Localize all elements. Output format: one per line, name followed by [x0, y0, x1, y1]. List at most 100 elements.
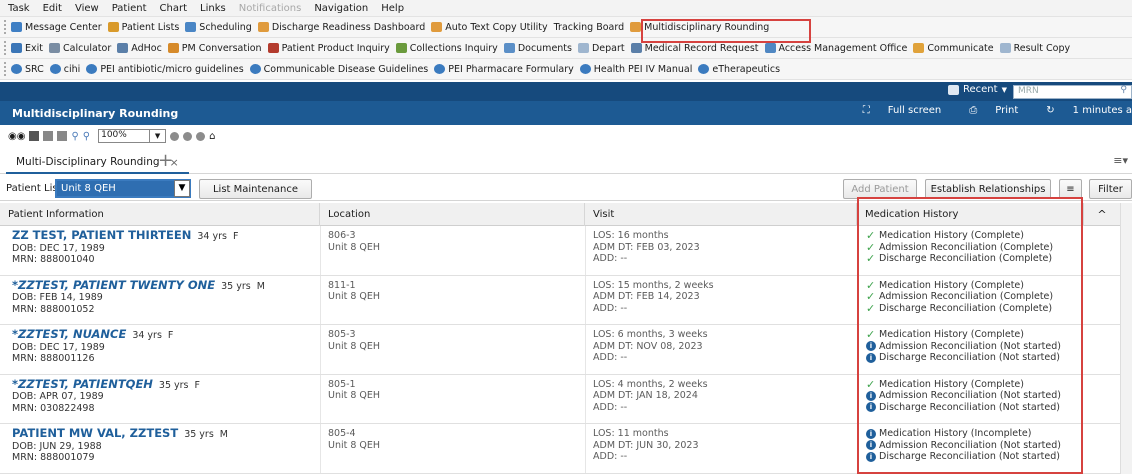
- zoom-in-icon[interactable]: ⚲: [71, 131, 78, 142]
- medication-status-line[interactable]: i Discharge Reconciliation (Not started): [866, 451, 1086, 463]
- menu-item[interactable]: Patient: [112, 3, 147, 14]
- patient-list-select[interactable]: Unit 8 QEH ▼: [55, 179, 191, 198]
- patient-name-link[interactable]: PATIENT MW VAL, ZZTEST: [12, 426, 178, 440]
- toolbar2-item-button[interactable]: Calculator: [49, 43, 111, 54]
- toolbar1-item-button[interactable]: Multidisciplinary Rounding: [630, 22, 769, 33]
- binoculars-icon[interactable]: ◉◉: [8, 131, 25, 142]
- toolbar3-link-button[interactable]: SRC: [11, 64, 44, 75]
- toolbar2-item-button[interactable]: Access Management Office: [764, 43, 907, 54]
- circle-icon[interactable]: [170, 131, 180, 141]
- refresh-button[interactable]: ↻ 1 minutes a: [1032, 105, 1132, 116]
- menu-item[interactable]: Task: [8, 3, 30, 14]
- medication-status-line[interactable]: ✓ Medication History (Complete): [866, 378, 1086, 391]
- filter-button[interactable]: Filter: [1089, 179, 1132, 199]
- toolbar1-item-button[interactable]: Discharge Readiness Dashboard: [257, 22, 425, 33]
- table-row[interactable]: *ZZTEST, PATIENTQEH 35 yrs F DOB: APR 07, 1…: [0, 375, 1120, 424]
- column-options-button[interactable]: ≡: [1059, 179, 1082, 199]
- list-maintenance-button[interactable]: List Maintenance: [199, 179, 312, 199]
- menu-item[interactable]: Chart: [160, 3, 187, 14]
- toolbar2-item-button[interactable]: Patient Product Inquiry: [267, 43, 390, 54]
- toolbar3-link-button[interactable]: PEI Pharmacare Formulary: [434, 64, 574, 75]
- table-row[interactable]: PATIENT MW VAL, ZZTEST 35 yrs M DOB: JUN 29…: [0, 424, 1120, 474]
- column-header-location[interactable]: Location: [320, 203, 585, 226]
- toolbar1-item-button[interactable]: Tracking Board: [554, 22, 625, 33]
- patient-name-link[interactable]: ZZ TEST, PATIENT THIRTEEN: [12, 228, 191, 242]
- medication-status-line[interactable]: i Discharge Reconciliation (Not started): [866, 352, 1086, 364]
- medication-status-line[interactable]: ✓ Admission Reconciliation (Complete): [866, 291, 1086, 303]
- toolbar2-item-button[interactable]: Exit: [11, 43, 43, 54]
- toolbar3-link-button[interactable]: cihi: [49, 64, 80, 75]
- medication-status-line[interactable]: i Admission Reconciliation (Not started): [866, 341, 1086, 353]
- toolbar2-item-button[interactable]: Documents: [503, 43, 572, 54]
- zoom-select[interactable]: 100% ▼: [98, 129, 167, 143]
- add-tab-button[interactable]: +: [158, 150, 173, 171]
- column-header-patient[interactable]: Patient Information: [0, 203, 320, 226]
- toolbar3-link-button[interactable]: PEI antibiotic/micro guidelines: [86, 64, 244, 75]
- globe-link-icon: [86, 64, 98, 74]
- medication-status-line[interactable]: i Medication History (Incomplete): [866, 428, 1086, 440]
- toolbar2-item-button[interactable]: Medical Record Request: [630, 43, 759, 54]
- toolbar1-item-button[interactable]: Message Center: [11, 22, 102, 33]
- table-row[interactable]: ZZ TEST, PATIENT THIRTEEN 34 yrs F DOB: DEC…: [0, 226, 1120, 276]
- page-icon[interactable]: [29, 131, 40, 141]
- toolbar-grip[interactable]: [4, 62, 8, 76]
- menu-item[interactable]: Edit: [43, 3, 62, 14]
- print-button[interactable]: ⎙ Print: [955, 105, 1018, 116]
- column-header-medication-history[interactable]: Medication History: [857, 203, 1084, 226]
- medication-status-line[interactable]: ✓ Discharge Reconciliation (Complete): [866, 253, 1086, 265]
- toolbar1-item-button[interactable]: Auto Text Copy Utility: [431, 22, 548, 33]
- add-patient-button[interactable]: Add Patient: [843, 179, 917, 199]
- medication-status-line[interactable]: ✓ Medication History (Complete): [866, 279, 1086, 292]
- medication-status-line[interactable]: i Admission Reconciliation (Not started): [866, 390, 1086, 402]
- medication-status-line[interactable]: i Admission Reconciliation (Not started): [866, 440, 1086, 452]
- toolbar2-item-button[interactable]: Result Copy: [999, 43, 1070, 54]
- column-header-visit[interactable]: Visit: [585, 203, 857, 226]
- toolbar3-link-button[interactable]: Health PEI IV Manual: [579, 64, 692, 75]
- toolbar2-item-button[interactable]: Depart: [577, 42, 625, 54]
- medication-status-line[interactable]: ✓ Medication History (Complete): [866, 329, 1086, 341]
- search-icon[interactable]: ⚲: [1120, 85, 1127, 95]
- toolbar-grip[interactable]: [4, 20, 8, 34]
- menu-item[interactable]: Help: [381, 3, 404, 14]
- recent-dropdown[interactable]: Recent ▼: [948, 84, 1007, 95]
- toolbar1-item-button[interactable]: Patient Lists: [107, 22, 179, 33]
- medication-status-text: Discharge Reconciliation (Complete): [879, 302, 1053, 314]
- table-row[interactable]: *ZZTEST, PATIENT TWENTY ONE 35 yrs M DOB: F…: [0, 276, 1120, 325]
- full-screen-button[interactable]: ⛶ Full screen: [849, 105, 942, 116]
- home-icon[interactable]: ⌂: [209, 131, 215, 142]
- circle-icon[interactable]: [196, 131, 206, 141]
- patient-name-line: *ZZTEST, PATIENTQEH 35 yrs F: [12, 377, 317, 392]
- toolbar2-item-button[interactable]: AdHoc: [117, 43, 162, 54]
- menu-item[interactable]: Links: [200, 3, 226, 14]
- page-prev-icon[interactable]: [43, 131, 54, 141]
- toolbar3-link-button[interactable]: eTherapeutics: [698, 64, 780, 75]
- toolbar2-item-label: Depart: [591, 42, 625, 54]
- patient-name-link[interactable]: *ZZTEST, PATIENT TWENTY ONE: [12, 278, 215, 292]
- toolbar1-item-button[interactable]: Scheduling: [185, 22, 252, 33]
- medication-status-line[interactable]: ✓ Admission Reconciliation (Complete): [866, 241, 1086, 254]
- menu-item[interactable]: View: [75, 3, 99, 14]
- tab-menu-icon[interactable]: ≡▾: [1113, 154, 1128, 167]
- vertical-scrollbar[interactable]: [1120, 203, 1132, 474]
- patient-name-link[interactable]: *ZZTEST, NUANCE: [12, 327, 126, 341]
- medication-status-line[interactable]: ✓ Discharge Reconciliation (Complete): [866, 302, 1086, 315]
- toolbar3-link-button[interactable]: Communicable Disease Guidelines: [249, 64, 428, 75]
- menu-item[interactable]: Notifications: [239, 3, 302, 14]
- medication-status-line[interactable]: i Discharge Reconciliation (Not started): [866, 402, 1086, 414]
- page-next-icon[interactable]: [57, 131, 68, 141]
- mrn-search-input[interactable]: MRN ⚲: [1013, 85, 1132, 99]
- menu-item[interactable]: Navigation: [314, 3, 368, 14]
- establish-relationships-button[interactable]: Establish Relationships: [925, 179, 1051, 199]
- circle-icon[interactable]: [183, 131, 193, 141]
- patient-name-link[interactable]: *ZZTEST, PATIENTQEH: [12, 377, 153, 391]
- toolbar2-item-button[interactable]: PM Conversation: [167, 43, 262, 54]
- table-row[interactable]: *ZZTEST, NUANCE 34 yrs F DOB: DEC 17, 1989 M…: [0, 325, 1120, 375]
- collections-icon: [395, 43, 407, 53]
- toolbar2-item-button[interactable]: Collections Inquiry: [395, 43, 498, 54]
- chevron-up-icon[interactable]: ^: [1084, 203, 1120, 226]
- zoom-out-icon[interactable]: ⚲: [83, 131, 90, 142]
- unit-name: Unit 8 QEH: [328, 241, 381, 253]
- toolbar-grip[interactable]: [4, 41, 8, 55]
- toolbar2-item-button[interactable]: Communicate: [913, 43, 994, 54]
- medication-status-line[interactable]: ✓ Medication History (Complete): [866, 230, 1086, 242]
